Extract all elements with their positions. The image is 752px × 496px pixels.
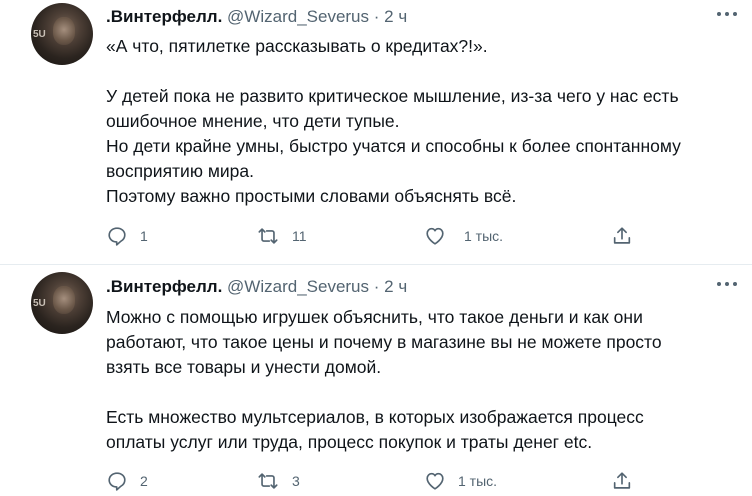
tweet-line: Но дети крайне умны, быстро учатся и спо… [106, 136, 681, 156]
tweet-line: ошибочное мнение, что дети тупые. [106, 111, 400, 131]
retweet-icon [258, 228, 278, 244]
reply-count: 1 [140, 228, 148, 244]
reply-count: 2 [140, 473, 148, 489]
tweet-actions: 2 3 1 тыс. [106, 468, 646, 494]
tweet[interactable]: 5U .Винтерфелл. @Wizard_Severus · 2 ч Мо… [0, 265, 752, 496]
separator: · [373, 277, 380, 296]
retweet-icon [258, 473, 278, 489]
tweet-header: .Винтерфелл. @Wizard_Severus · 2 ч [106, 277, 407, 297]
tweet-line: Поэтому важно простыми словами объяснять… [106, 186, 517, 206]
tweet-line: взять все товары и унести домой. [106, 357, 382, 377]
author-handle[interactable]: @Wizard_Severus [227, 277, 369, 296]
heart-icon [426, 472, 444, 490]
author-handle[interactable]: @Wizard_Severus [227, 7, 369, 26]
more-icon[interactable] [716, 279, 738, 289]
heart-icon [426, 227, 444, 245]
retweet-count: 11 [292, 228, 307, 244]
like-count: 1 тыс. [464, 228, 504, 244]
tweet-text: Можно с помощью игрушек объяснить, что т… [106, 305, 736, 455]
separator: · [373, 7, 380, 26]
tweet-line: Можно с помощью игрушек объяснить, что т… [106, 307, 643, 327]
tweet-text: «А что, пятилетке рассказывать о кредита… [106, 34, 736, 209]
tweet-line: работают, что такое цены и почему в мага… [106, 332, 662, 352]
more-icon[interactable] [716, 9, 738, 19]
retweet-button[interactable]: 3 [256, 468, 300, 494]
reply-button[interactable]: 2 [106, 468, 148, 494]
author-name[interactable]: .Винтерфелл. [106, 7, 222, 26]
share-icon [613, 227, 631, 244]
tweet-line: Есть множество мультсериалов, в которых … [106, 407, 644, 427]
tweet-line: «А что, пятилетке рассказывать о кредита… [106, 36, 488, 56]
avatar[interactable]: 5U [31, 272, 93, 334]
tweet-line: оплаты услуг или труда, процесс покупок … [106, 432, 593, 452]
tweet-line: У детей пока не развито критическое мышл… [106, 86, 679, 106]
tweet-line: восприятию мира. [106, 161, 254, 181]
share-icon [613, 472, 631, 489]
like-button[interactable]: 1 тыс. [424, 468, 497, 494]
author-name[interactable]: .Винтерфелл. [106, 277, 222, 296]
retweet-count: 3 [292, 473, 300, 489]
reply-icon [108, 227, 126, 246]
retweet-button[interactable]: 11 [256, 223, 307, 249]
reply-icon [108, 472, 126, 491]
share-button[interactable] [611, 223, 633, 249]
tweet-actions: 1 11 1 тыс. [106, 223, 646, 249]
avatar[interactable]: 5U [31, 3, 93, 65]
timestamp[interactable]: 2 ч [384, 277, 407, 296]
share-button[interactable] [611, 468, 633, 494]
like-button[interactable]: 1 тыс. [424, 223, 503, 249]
reply-button[interactable]: 1 [106, 223, 148, 249]
tweet-header: .Винтерфелл. @Wizard_Severus · 2 ч [106, 7, 407, 27]
timestamp[interactable]: 2 ч [384, 7, 407, 26]
like-count: 1 тыс. [458, 473, 498, 489]
tweet[interactable]: 5U .Винтерфелл. @Wizard_Severus · 2 ч «А… [0, 0, 752, 265]
